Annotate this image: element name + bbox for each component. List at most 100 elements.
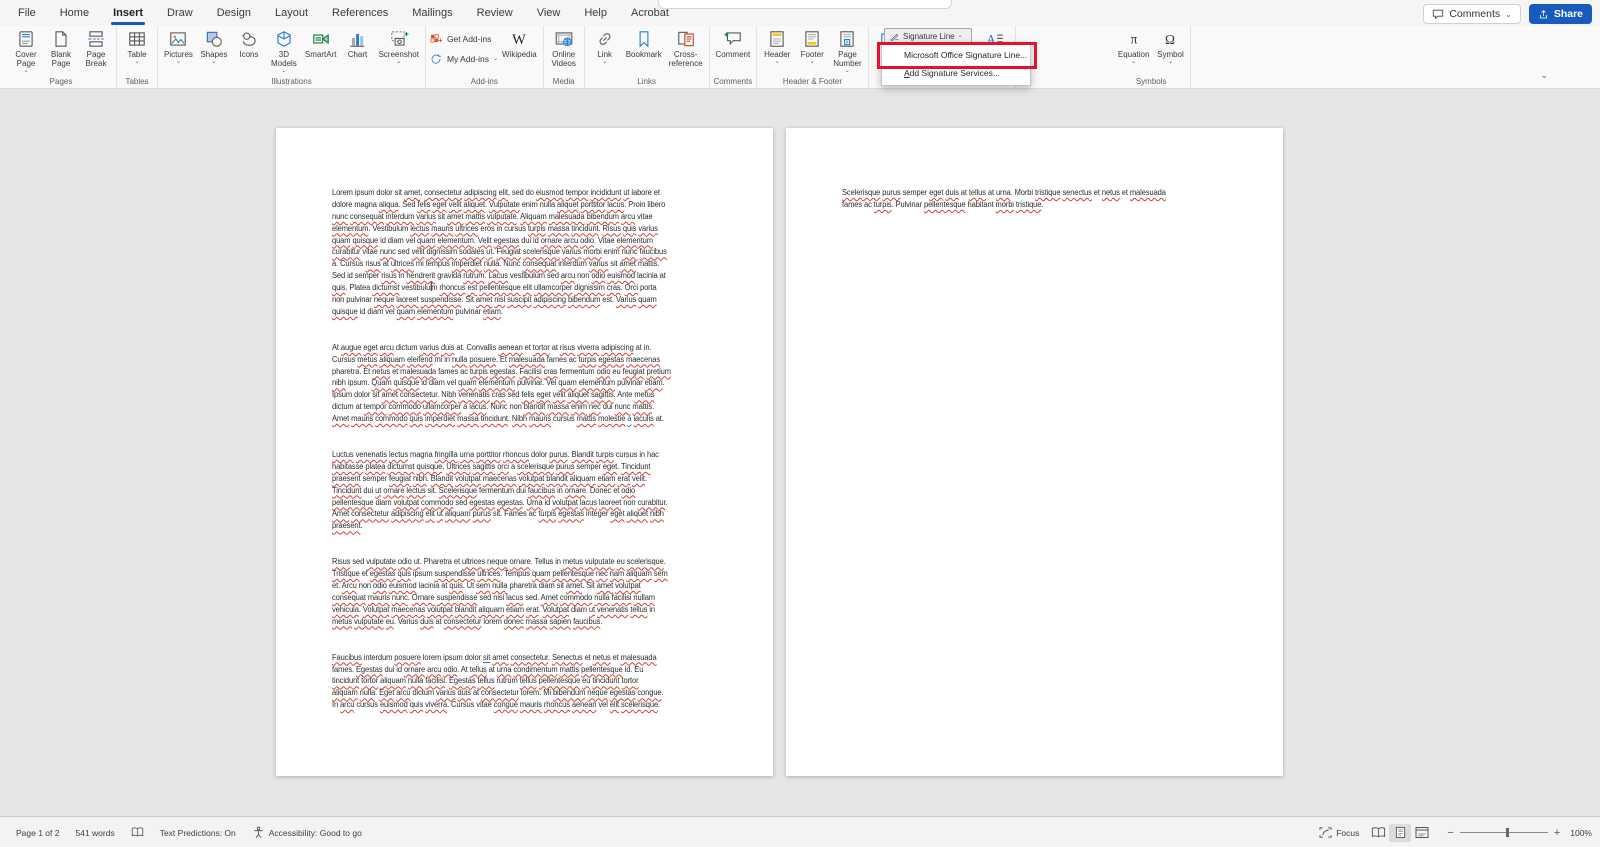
svg-text:π: π (1130, 31, 1137, 46)
tab-review[interactable]: Review (465, 1, 525, 26)
ribbon-button-screenshot[interactable]: Screenshot⌄ (375, 28, 421, 65)
ribbon-button-cross-reference[interactable]: Cross- reference (666, 28, 706, 68)
button-label: Pictures (164, 50, 193, 59)
tab-help[interactable]: Help (572, 1, 619, 26)
comments-button[interactable]: Comments ⌄ (1423, 4, 1520, 24)
get-addins-icon (429, 32, 443, 46)
text-line: nibh ipsum. Quam quisque id diam vel qua… (332, 377, 717, 389)
online-videos-icon (554, 29, 574, 49)
ribbon-button-chart[interactable]: Chart (340, 28, 374, 59)
text-line: Amet mauris commodo quis imperdiet massa… (332, 413, 717, 425)
tab-mailings[interactable]: Mailings (400, 1, 464, 26)
ribbon-button-bookmark[interactable]: Bookmark (623, 28, 665, 59)
zoom-thumb[interactable] (1506, 828, 1509, 837)
tab-layout[interactable]: Layout (263, 1, 320, 26)
text-line: non pulvinar neque laoreet suspendisse. … (332, 294, 717, 306)
ribbon-button-comment[interactable]: Comment (713, 28, 754, 59)
ribbon-button-icons-duck[interactable]: Icons (232, 28, 266, 59)
zoom-out-icon[interactable]: − (1447, 827, 1453, 839)
menu-item-add-signature-services[interactable]: Add Signature Services... (882, 64, 1030, 82)
shapes-icon (204, 29, 224, 49)
document-page-1[interactable]: Lorem ipsum dolor sit amet, consectetur … (276, 128, 773, 776)
group-label: Symbols (1115, 76, 1188, 88)
ribbon-button-equation[interactable]: πEquation⌄ (1115, 28, 1153, 65)
tab-references[interactable]: References (320, 1, 400, 26)
group-label: Media (547, 76, 581, 88)
focus-mode-button[interactable]: Focus (1311, 826, 1367, 839)
proofing-status[interactable] (123, 826, 152, 839)
web-layout-button[interactable] (1411, 824, 1433, 842)
ribbon-button-link[interactable]: Link⌄ (588, 28, 622, 65)
ribbon-group-add-ins: Get Add-insMy Add-ins⌄WWikipediaAdd-ins (426, 26, 544, 88)
chevron-down-icon: ⌄ (602, 60, 607, 65)
tab-file[interactable]: File (6, 1, 48, 26)
button-label: Wikipedia (502, 50, 537, 59)
text-line: et. Arcu non odio euismod lacinia at qui… (332, 580, 717, 592)
text-line: Lorem ipsum dolor sit amet, consectetur … (332, 187, 717, 199)
button-label: SmartArt (305, 50, 337, 59)
ribbon-group-comments: CommentComments (710, 26, 758, 88)
button-label: Comment (716, 50, 751, 59)
ribbon-button-3d-models[interactable]: 3D Models⌄ (267, 28, 301, 74)
button-label: My Add-ins (447, 54, 489, 64)
ribbon-button-footer[interactable]: Footer⌄ (795, 28, 829, 65)
zoom-level[interactable]: 100% (1570, 828, 1592, 838)
text-line: fames ac turpis. Pulvinar pellentesque h… (842, 199, 1227, 211)
collapse-ribbon-icon[interactable]: ⌄ (1540, 70, 1548, 843)
tab-view[interactable]: View (525, 1, 573, 26)
ribbon-button-shapes[interactable]: Shapes⌄ (197, 28, 231, 65)
tab-draw[interactable]: Draw (155, 1, 205, 26)
tab-design[interactable]: Design (205, 1, 263, 26)
button-label: Screenshot (378, 50, 418, 59)
ribbon-button-cover-page[interactable]: Cover Page⌄ (9, 28, 43, 74)
ribbon-button-get-addins[interactable]: Get Add-ins (429, 32, 498, 46)
ribbon-button-wikipedia[interactable]: W Wikipedia (499, 28, 540, 59)
text-line: Scelerisque purus semper eget duis at te… (842, 187, 1227, 199)
svg-text:W: W (513, 32, 527, 48)
page-2-text: Scelerisque purus semper eget duis at te… (842, 187, 1227, 235)
ribbon-button-symbol[interactable]: ΩSymbol⌄ (1153, 28, 1187, 65)
text-line: At augue eget arcu dictum varius duis at… (332, 342, 717, 354)
share-icon (1538, 9, 1549, 20)
word-count[interactable]: 541 words (67, 828, 122, 838)
print-layout-button[interactable] (1389, 824, 1411, 842)
chevron-down-icon: ⌄ (23, 69, 28, 74)
read-mode-button[interactable] (1367, 824, 1389, 842)
tab-home[interactable]: Home (48, 1, 101, 26)
tab-insert[interactable]: Insert (101, 1, 155, 26)
ribbon-button-my-addins[interactable]: My Add-ins⌄ (429, 52, 498, 66)
zoom-in-icon[interactable]: + (1554, 827, 1560, 839)
text-line: Tristique et egestas quis ipsum suspendi… (332, 568, 717, 580)
document-page-2[interactable]: Scelerisque purus semper eget duis at te… (786, 128, 1283, 776)
accessibility-person-icon (252, 826, 265, 839)
ribbon-button-page-break[interactable]: Page Break (79, 28, 113, 68)
ribbon-button-page-number[interactable]: #Page Number⌄ (830, 28, 864, 74)
menu-item-office-signature-line[interactable]: Microsoft Office Signature Line... (882, 46, 1030, 64)
chevron-down-icon: ⌄ (134, 60, 139, 65)
page-number-icon: # (837, 29, 857, 49)
button-label: Symbol (1157, 50, 1184, 59)
text-line: Luctus venenatis lectus magna fringilla … (332, 449, 717, 461)
zoom-track[interactable] (1460, 832, 1548, 833)
text-predictions[interactable]: Text Predictions: On (152, 828, 244, 838)
page-break-icon (86, 29, 106, 49)
paragraph: Scelerisque purus semper eget duis at te… (842, 187, 1227, 211)
ribbon-button-online-videos[interactable]: Online Videos (547, 28, 581, 68)
ribbon-button-smartart[interactable]: SmartArt (302, 28, 340, 59)
text-line: In arcu cursus euismod quis viverra. Cur… (332, 699, 717, 711)
group-label: Header & Footer (760, 76, 864, 88)
text-line: Sed id semper risus in hendrerit gravida… (332, 270, 717, 282)
text-line: dolore magna aliqua. Sed felis eget veli… (332, 199, 717, 211)
ribbon-button-blank-page[interactable]: Blank Page (44, 28, 78, 68)
share-button[interactable]: Share (1529, 4, 1592, 24)
page-indicator[interactable]: Page 1 of 2 (8, 828, 67, 838)
ribbon-button-table[interactable]: Table⌄ (120, 28, 154, 65)
web-layout-icon (1415, 826, 1429, 839)
accessibility-status[interactable]: Accessibility: Good to go (244, 826, 370, 839)
chevron-down-icon: ⌄ (1505, 12, 1512, 17)
pictures-icon (168, 29, 188, 49)
print-layout-icon (1395, 826, 1406, 839)
ribbon-button-header[interactable]: Header⌄ (760, 28, 794, 65)
ribbon-group-tables: Table⌄Tables (117, 26, 158, 88)
ribbon-button-pictures[interactable]: Pictures⌄ (161, 28, 196, 65)
